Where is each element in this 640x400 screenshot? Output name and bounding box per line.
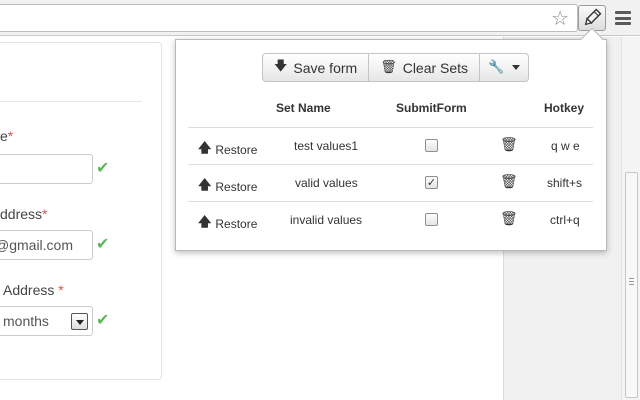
checkmark-icon: ✔	[96, 234, 110, 253]
restore-button[interactable]: 🡅 Restore	[198, 176, 257, 198]
arrow-down-icon: 🡇	[274, 58, 288, 74]
toolbar-button-group: 🡇 Save form 🗑 Clear Sets 🔧	[262, 53, 530, 82]
chevron-down-icon	[512, 65, 521, 70]
settings-dropdown-button[interactable]: 🔧	[480, 53, 530, 82]
submit-form-checkbox[interactable]: ✓	[425, 176, 438, 189]
arrow-up-icon: 🡅	[198, 178, 212, 193]
field-label-name: e*	[0, 128, 14, 144]
hotkey: q w e	[551, 139, 580, 153]
duration-select[interactable]: months	[0, 306, 93, 336]
header-submit-form: SubmitForm	[396, 101, 467, 115]
checkmark-icon: ✔	[96, 310, 110, 329]
menu-line	[615, 16, 631, 20]
restore-button[interactable]: 🡅 Restore	[198, 139, 257, 161]
star-icon[interactable]: ☆	[551, 8, 569, 28]
hotkey: shift+s	[547, 176, 583, 190]
trash-icon[interactable]: 🗑	[500, 174, 518, 190]
header-hotkey: Hotkey	[544, 101, 585, 115]
set-name: invalid values	[290, 213, 363, 227]
header-set-name: Set Name	[276, 101, 331, 115]
grip-icon	[629, 278, 634, 285]
divider	[0, 101, 142, 102]
menu-line	[615, 22, 631, 25]
required-marker: *	[42, 206, 48, 222]
field-label-email: ddress*	[0, 206, 48, 222]
trash-icon[interactable]: 🗑	[500, 137, 518, 153]
name-input[interactable]	[0, 154, 93, 184]
required-marker: *	[58, 282, 64, 298]
menu-line	[615, 11, 631, 14]
extension-popup: 🡇 Save form 🗑 Clear Sets 🔧 Set Name Subm…	[175, 39, 607, 251]
table-row: 🡅 Restore test values1 🗑 q w e	[188, 127, 593, 164]
set-name: valid values	[295, 176, 358, 190]
scrollbar[interactable]	[621, 37, 640, 400]
restore-button[interactable]: 🡅 Restore	[198, 213, 257, 235]
form-panel: e* ✔ ddress* @gmail.com ✔ Address * mont…	[0, 42, 162, 380]
set-name: test values1	[294, 139, 359, 153]
clear-sets-button[interactable]: 🗑 Clear Sets	[369, 53, 481, 82]
arrow-up-icon: 🡅	[198, 141, 212, 156]
field-label-address: Address *	[3, 282, 64, 298]
menu-icon[interactable]	[612, 8, 634, 28]
address-bar[interactable]: ☆	[0, 4, 578, 32]
email-input[interactable]: @gmail.com	[0, 230, 93, 260]
save-form-button[interactable]: 🡇 Save form	[262, 53, 370, 82]
submit-form-checkbox[interactable]	[425, 139, 438, 152]
chevron-down-icon[interactable]	[71, 313, 88, 330]
submit-form-checkbox[interactable]	[425, 213, 438, 226]
browser-toolbar: ☆	[0, 0, 640, 36]
trash-icon: 🗑	[380, 60, 397, 75]
table-row: 🡅 Restore invalid values 🗑 ctrl+q	[188, 201, 593, 238]
table-row: 🡅 Restore valid values ✓ 🗑 shift+s	[188, 164, 593, 201]
trash-icon[interactable]: 🗑	[500, 211, 518, 227]
scrollbar-thumb[interactable]	[625, 172, 638, 398]
checkmark-icon: ✔	[96, 158, 110, 177]
wrench-icon: 🔧	[488, 60, 505, 75]
arrow-up-icon: 🡅	[198, 215, 212, 230]
required-marker: *	[7, 128, 14, 144]
pencil-icon	[584, 8, 602, 26]
hotkey: ctrl+q	[550, 213, 580, 227]
